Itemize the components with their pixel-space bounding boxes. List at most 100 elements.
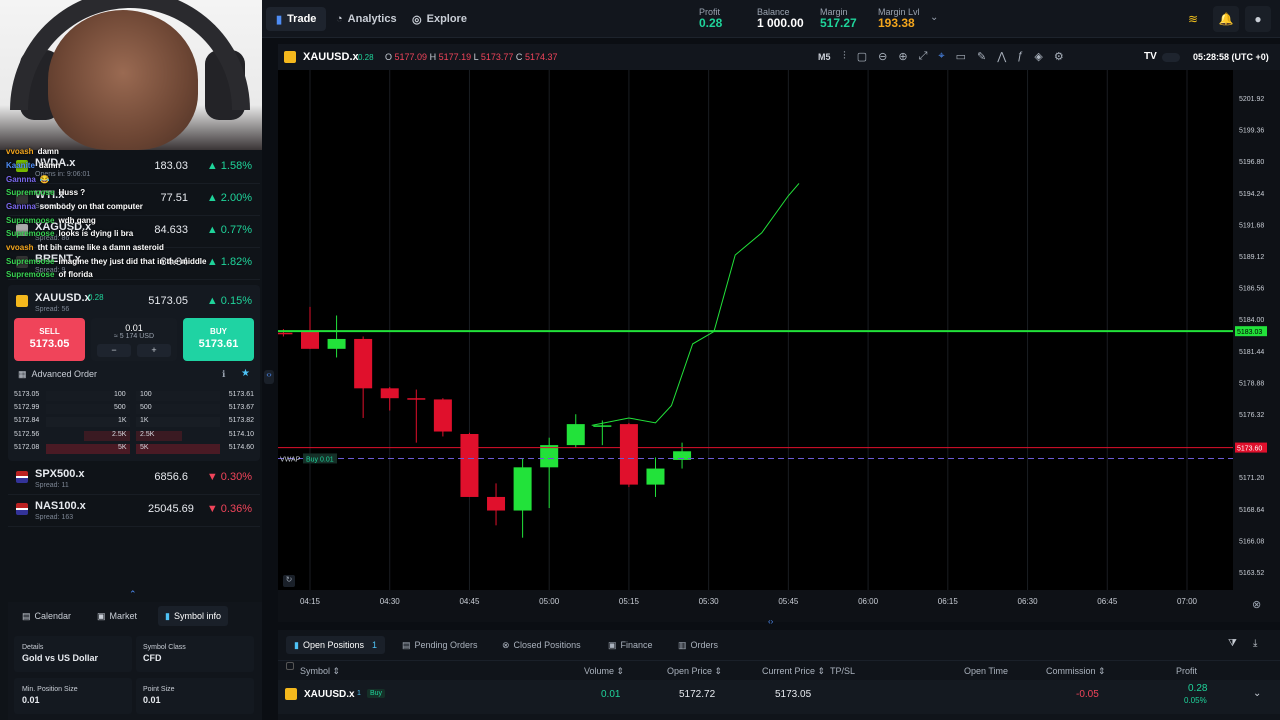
ask-price-label: 5183.03	[1237, 329, 1262, 336]
col-commission[interactable]: Commission ⇕	[1046, 666, 1106, 677]
candle-body	[433, 399, 452, 432]
time-tick-label: 05:00	[539, 597, 560, 606]
us-flag-icon	[16, 503, 28, 515]
rectangle-icon[interactable]: ▢	[857, 50, 867, 63]
filter-icon[interactable]: ⧩	[1228, 638, 1237, 649]
increase-button[interactable]: +	[137, 344, 171, 357]
price-tick-label: 5178.88	[1239, 380, 1264, 387]
fullscreen-icon[interactable]: ⤢	[919, 50, 928, 63]
price-axis	[1233, 70, 1280, 610]
col-tpsl[interactable]: TP/SL	[830, 666, 855, 676]
close-circle-icon[interactable]: ⊗	[1252, 598, 1261, 611]
col-profit[interactable]: Profit	[1176, 666, 1197, 676]
tradingview-logo: TV	[1144, 51, 1157, 62]
spread-badge: 0.28	[88, 293, 104, 302]
info-icon[interactable]: ℹ	[222, 369, 225, 380]
tab-finance[interactable]: ▣ Finance	[608, 636, 653, 654]
dom-row[interactable]: 5172.08 5K 5K 5174.60	[14, 443, 254, 455]
tab-calendar[interactable]: ▤ Calendar	[22, 606, 71, 626]
tab-orders[interactable]: ▥ Orders	[678, 636, 718, 654]
candles-icon[interactable]: ⫶	[843, 50, 846, 63]
buy-button[interactable]: BUY 5173.61	[183, 318, 254, 361]
chat-message: Supremoose Huss ?	[6, 188, 86, 197]
chevron-down-icon[interactable]: ⌄	[1253, 688, 1261, 699]
margin-level-stat: Margin Lvl 193.38	[878, 7, 920, 30]
time-tick-label: 05:30	[699, 597, 720, 606]
dom-row[interactable]: 5172.84 1K 1K 5173.82	[14, 416, 254, 428]
bell-icon[interactable]: 🔔	[1213, 6, 1239, 32]
price-tick-label: 5171.20	[1239, 475, 1264, 482]
vwap-label: VWAP	[280, 456, 301, 463]
reset-icon[interactable]: ↻	[283, 575, 295, 587]
tab-market[interactable]: ▣ Market	[97, 606, 137, 626]
toggle-switch[interactable]	[1162, 53, 1180, 62]
chart-toolbar: XAUUSD.x 0.28 O 5177.09 H 5177.19 L 5173…	[278, 44, 1280, 70]
candle-body	[513, 467, 532, 511]
nav-analytics[interactable]: ◔ Analytics	[326, 7, 407, 31]
nav-trade[interactable]: ▮ Trade	[266, 7, 327, 31]
time-tick-label: 04:15	[300, 597, 321, 606]
side-badge: Buy	[367, 689, 386, 698]
folder-icon: ▮	[294, 639, 299, 650]
pattern-icon[interactable]: ⋀	[997, 50, 1006, 63]
col-current-price[interactable]: Current Price ⇕	[762, 666, 825, 677]
zoom-in-icon[interactable]: ⊕	[898, 50, 907, 63]
collapse-sidebar-icon[interactable]: ‹›	[264, 370, 274, 384]
price-tick-label: 5176.32	[1239, 412, 1264, 419]
col-volume[interactable]: Volume ⇕	[584, 666, 624, 677]
layers-icon[interactable]: ◈	[1034, 50, 1042, 63]
pencil-icon[interactable]: ✎	[977, 50, 986, 63]
download-icon[interactable]: ⤓	[1253, 638, 1257, 649]
timeframe-selector[interactable]: M5	[818, 52, 831, 62]
col-open-time[interactable]: Open Time	[964, 666, 1008, 676]
grid-icon: ▦	[18, 369, 27, 379]
advanced-order-toggle[interactable]: ▦ Advanced Order	[18, 369, 97, 380]
change-up: ▲ 1.82%	[206, 256, 252, 268]
price-tick-label: 5186.56	[1239, 286, 1264, 293]
tab-closed-positions[interactable]: ⊗ Closed Positions	[502, 636, 581, 654]
horizontal-line-icon[interactable]: ▭	[956, 50, 966, 63]
wifi-icon: ≋	[1188, 12, 1199, 26]
instrument-row-xauusd[interactable]: XAUUSD.x 0.28 Spread: 56 5173.05 ▲ 0.15%	[8, 287, 260, 319]
document-icon: ▤	[402, 639, 411, 650]
candle-body	[327, 338, 346, 349]
gold-icon	[284, 51, 296, 63]
time-tick-label: 06:15	[938, 597, 959, 606]
crosshair-icon[interactable]: ⌖	[938, 50, 944, 63]
nav-explore[interactable]: ◎ Explore	[402, 7, 477, 31]
star-icon[interactable]: ★	[241, 368, 250, 379]
select-all-checkbox[interactable]	[286, 662, 294, 670]
candle-body	[566, 424, 585, 446]
instrument-row-spx500[interactable]: SPX500.x Spread: 11 6856.6 ▼ 0.30%	[8, 463, 260, 495]
zoom-out-icon[interactable]: ⊖	[878, 50, 887, 63]
quantity-stepper[interactable]: 0.01 ≈ 5 174 USD − +	[91, 318, 177, 361]
decrease-button[interactable]: −	[97, 344, 131, 357]
chevron-expand-icon[interactable]: ⌃	[129, 589, 137, 600]
user-icon[interactable]: ●	[1245, 6, 1271, 32]
candle-body	[278, 332, 293, 335]
price-tick-label: 5163.52	[1239, 570, 1264, 577]
settings-icon[interactable]: ⚙	[1054, 50, 1064, 63]
col-open-price[interactable]: Open Price ⇕	[667, 666, 722, 677]
instrument-row-nas100[interactable]: NAS100.x Spread: 163 25045.69 ▼ 0.36%	[8, 495, 260, 527]
time-tick-label: 05:45	[778, 597, 799, 606]
dom-row[interactable]: 5172.56 2.5K 2.5K 5174.10	[14, 430, 254, 442]
candle-body	[619, 424, 638, 485]
gold-icon	[16, 295, 28, 307]
function-icon[interactable]: ƒ	[1017, 50, 1023, 63]
col-symbol[interactable]: Symbol ⇕	[300, 666, 340, 677]
candle-body	[593, 425, 612, 427]
chart-symbol[interactable]: XAUUSD.x	[303, 51, 359, 63]
dom-row[interactable]: 5173.05 100 100 5173.61	[14, 390, 254, 402]
time-tick-label: 04:45	[459, 597, 480, 606]
chevron-down-icon[interactable]: ⌄	[930, 12, 938, 23]
candlestick-chart[interactable]: 04:15 04:30 04:45 05:00 05:15 05:30 05:45 06:00…	[278, 70, 1280, 618]
sell-button[interactable]: SELL 5173.05	[14, 318, 85, 361]
time-tick-label: 05:15	[619, 597, 640, 606]
tab-pending-orders[interactable]: ▤ Pending Orders	[402, 636, 478, 654]
tab-open-positions[interactable]: ▮ Open Positions 1	[286, 636, 386, 654]
tab-symbol-info[interactable]: ▮ Symbol info	[158, 606, 228, 626]
collapse-panel-icon[interactable]: ‹›	[768, 617, 773, 626]
dom-row[interactable]: 5172.99 500 500 5173.67	[14, 403, 254, 415]
market-icon: ▣	[97, 610, 106, 621]
